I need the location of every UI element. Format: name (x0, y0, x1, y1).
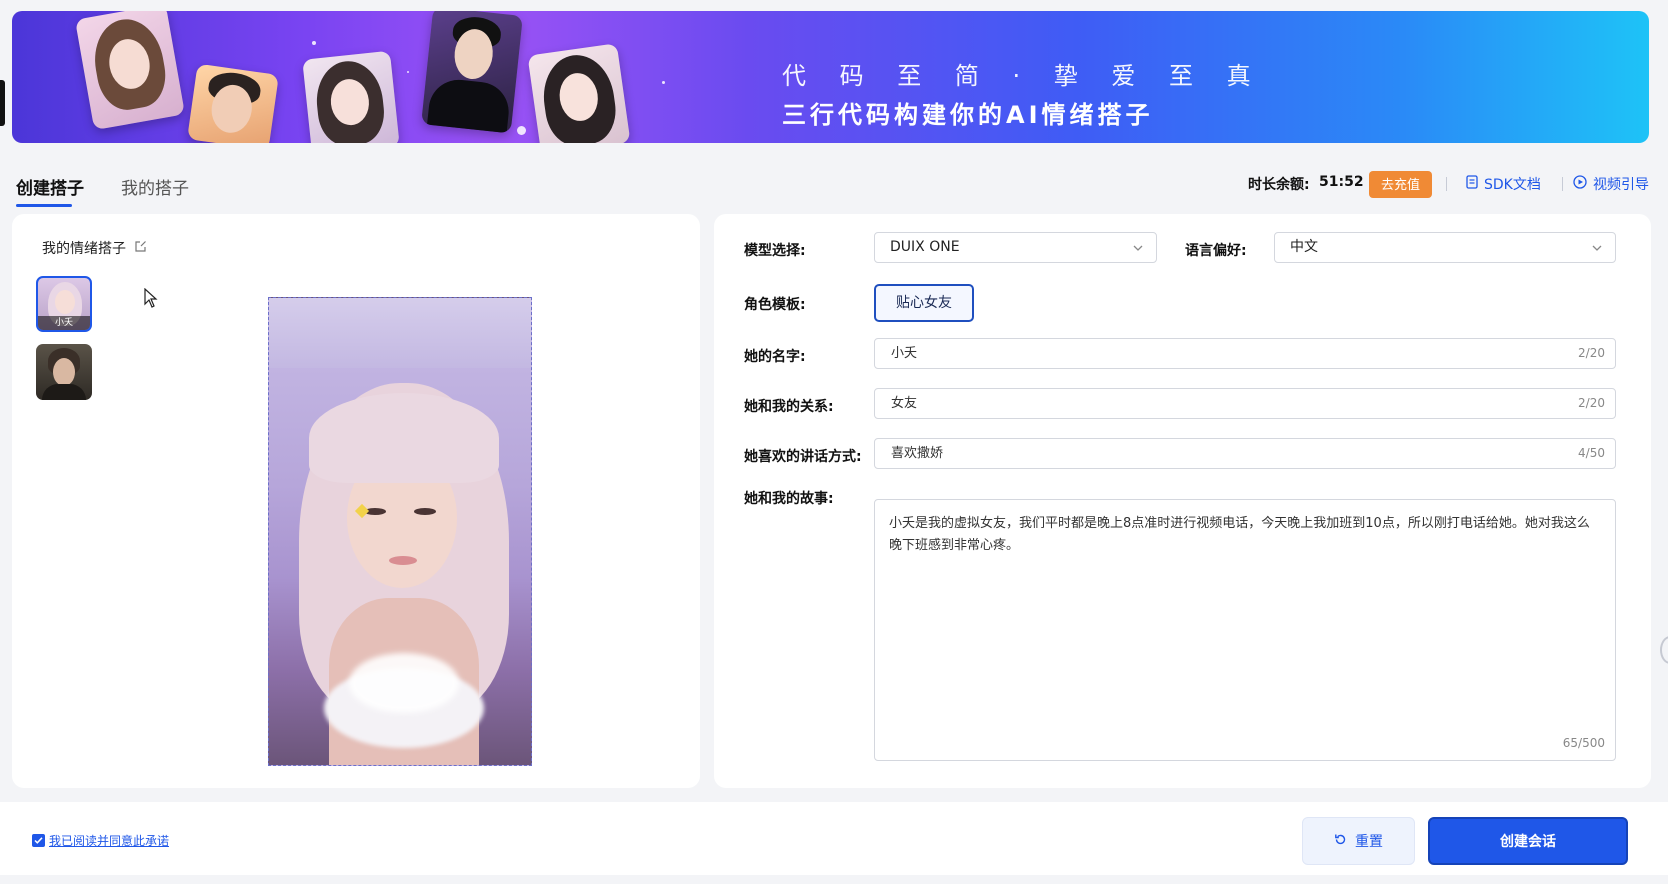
relation-char-count: 2/20 (1578, 396, 1605, 410)
story-text: 小夭是我的虚拟女友，我们平时都是晚上8点准时进行视频电话，今天晚上我加班到10点… (889, 516, 1590, 553)
balance-label: 时长余额: (1248, 177, 1310, 193)
banner-photo-2 (187, 63, 279, 143)
agreement-link[interactable]: 我已阅读并同意此承诺 (49, 832, 169, 849)
model-label: 模型选择: (744, 243, 806, 259)
model-select-value: DUIX ONE (890, 239, 960, 255)
role-template-option[interactable]: 贴心女友 (874, 284, 974, 322)
language-select-value: 中文 (1290, 239, 1318, 255)
avatar-thumb-selected[interactable]: 小夭 (36, 276, 92, 332)
create-session-button[interactable]: 创建会话 (1428, 817, 1628, 865)
relation-label: 她和我的关系: (744, 399, 834, 415)
chevron-down-icon (1133, 245, 1143, 251)
banner-title: 三行代码构建你的AI情绪搭子 (782, 101, 1154, 129)
avatar-thumb[interactable] (36, 344, 92, 400)
mouse-cursor-icon (144, 287, 158, 312)
name-label: 她的名字: (744, 349, 806, 365)
name-char-count: 2/20 (1578, 346, 1605, 360)
sdk-docs-link[interactable]: SDK文档 (1466, 174, 1541, 194)
video-guide-link[interactable]: 视频引导 (1573, 174, 1649, 194)
relation-input-value: 女友 (891, 396, 918, 411)
tab-my-partners[interactable]: 我的搭子 (121, 174, 189, 199)
video-guide-label: 视频引导 (1593, 177, 1649, 193)
balance-value: 51:52 (1319, 174, 1364, 190)
banner-slogan: 代 码 至 简 · 挚 爱 至 真 (782, 62, 1264, 90)
banner-photo-5 (527, 43, 631, 143)
reset-label: 重置 (1355, 833, 1383, 849)
speaking-style-input[interactable]: 喜欢撒娇 4/50 (874, 438, 1616, 469)
edit-icon[interactable] (134, 240, 147, 257)
relation-input[interactable]: 女友 2/20 (874, 388, 1616, 419)
avatar-name: 小夭 (38, 316, 90, 330)
document-icon (1466, 175, 1478, 193)
hero-banner: 代 码 至 简 · 挚 爱 至 真 三行代码构建你的AI情绪搭子 (12, 11, 1649, 143)
banner-photo-4 (421, 11, 523, 134)
banner-photo-1 (74, 11, 186, 131)
footer-action-bar: 我已阅读并同意此承诺 重置 创建会话 (0, 802, 1668, 875)
language-select[interactable]: 中文 (1274, 232, 1616, 263)
recharge-button[interactable]: 去充值 (1369, 171, 1432, 198)
divider (1562, 177, 1563, 191)
refresh-icon (1334, 833, 1347, 849)
role-template-label: 角色模板: (744, 297, 806, 313)
speaking-style-value: 喜欢撒娇 (891, 446, 944, 461)
play-circle-icon (1573, 175, 1587, 193)
divider (1446, 177, 1447, 191)
story-label: 她和我的故事: (744, 491, 834, 507)
speaking-style-char-count: 4/50 (1578, 446, 1605, 460)
floating-assistant-icon[interactable] (1660, 636, 1668, 664)
name-input-value: 小夭 (891, 346, 918, 361)
story-textarea[interactable]: 小夭是我的虚拟女友，我们平时都是晚上8点准时进行视频电话，今天晚上我加班到10点… (874, 499, 1616, 761)
partner-preview-panel: 我的情绪搭子 小夭 (12, 214, 700, 788)
tab-create-partner[interactable]: 创建搭子 (16, 174, 84, 207)
digital-human-preview (268, 297, 532, 766)
side-handle[interactable] (0, 80, 5, 126)
model-select[interactable]: DUIX ONE (874, 232, 1157, 263)
my-partner-header: 我的情绪搭子 (42, 238, 147, 258)
my-partner-title: 我的情绪搭子 (42, 241, 126, 257)
partner-config-form: 模型选择: DUIX ONE 语言偏好: 中文 角色模板: 贴心女友 她的名字:… (714, 214, 1651, 788)
speaking-style-label: 她喜欢的讲话方式: (744, 449, 862, 465)
sdk-docs-label: SDK文档 (1484, 177, 1541, 193)
banner-photo-3 (302, 50, 400, 143)
reset-button[interactable]: 重置 (1302, 817, 1415, 865)
checkbox-checked-icon[interactable] (32, 834, 45, 847)
story-char-count: 65/500 (1562, 736, 1605, 750)
agreement-checkbox-row[interactable]: 我已阅读并同意此承诺 (32, 832, 169, 849)
chevron-down-icon (1592, 245, 1602, 251)
name-input[interactable]: 小夭 2/20 (874, 338, 1616, 369)
language-label: 语言偏好: (1185, 243, 1247, 259)
